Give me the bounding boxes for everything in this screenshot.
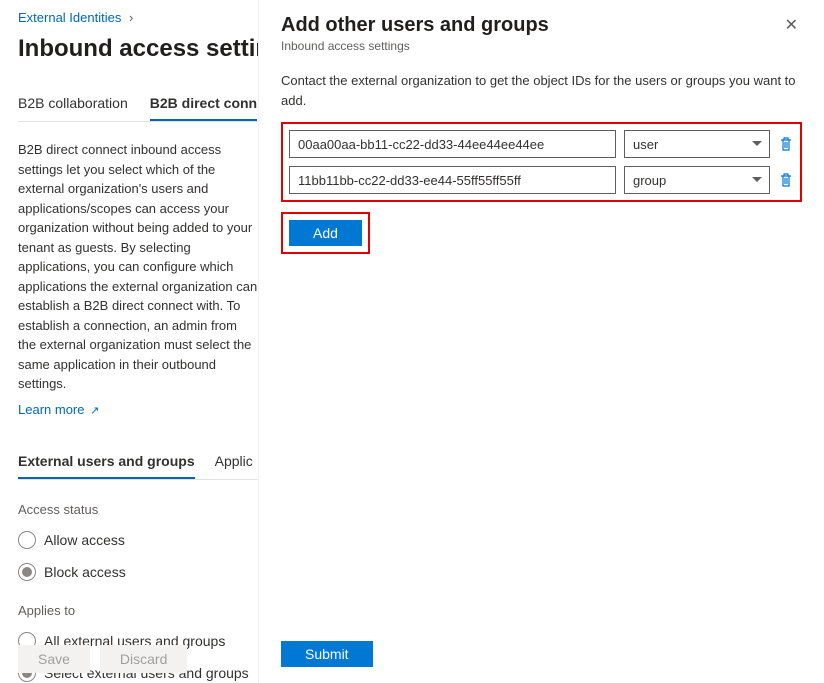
tab-applications[interactable]: Applic	[215, 447, 253, 479]
submit-button[interactable]: Submit	[281, 641, 373, 667]
applies-to-label: Applies to	[18, 603, 258, 618]
blade-description: Contact the external organization to get…	[281, 71, 802, 110]
sub-tabs: External users and groups Applic	[18, 447, 258, 480]
object-id-input[interactable]	[289, 166, 616, 194]
radio-allow-access[interactable]: Allow access	[18, 531, 258, 549]
delete-icon[interactable]	[778, 136, 794, 152]
entry-rows: user group	[281, 122, 802, 202]
tab-b2b-collaboration[interactable]: B2B collaboration	[18, 89, 128, 121]
access-status-group: Allow access Block access	[18, 531, 258, 581]
save-button[interactable]: Save	[18, 645, 90, 673]
entry-row: group	[289, 166, 794, 194]
type-select[interactable]: user	[624, 130, 770, 158]
delete-icon[interactable]	[778, 172, 794, 188]
discard-button[interactable]: Discard	[100, 645, 187, 673]
footer-bar: Save Discard	[18, 645, 187, 673]
tab-b2b-direct-connect[interactable]: B2B direct conn	[150, 89, 257, 121]
page-description: B2B direct connect inbound access settin…	[18, 140, 258, 394]
access-status-label: Access status	[18, 502, 258, 517]
type-select[interactable]: group	[624, 166, 770, 194]
blade-title: Add other users and groups	[281, 14, 549, 37]
add-button-wrap: Add	[281, 212, 370, 254]
breadcrumb[interactable]: External Identities ›	[18, 10, 258, 25]
chevron-right-icon: ›	[129, 10, 133, 25]
radio-icon	[18, 563, 36, 581]
entry-row: user	[289, 130, 794, 158]
radio-icon	[18, 531, 36, 549]
add-users-blade: Add other users and groups Inbound acces…	[258, 0, 824, 683]
breadcrumb-parent[interactable]: External Identities	[18, 10, 121, 25]
learn-more-link[interactable]: Learn more ↗	[18, 402, 99, 417]
blade-subtitle: Inbound access settings	[281, 39, 549, 53]
add-button[interactable]: Add	[289, 220, 362, 246]
tab-external-users-groups[interactable]: External users and groups	[18, 447, 195, 479]
radio-block-access[interactable]: Block access	[18, 563, 258, 581]
main-tabs: B2B collaboration B2B direct conn	[18, 89, 258, 122]
close-icon[interactable]: ✕	[781, 14, 802, 38]
object-id-input[interactable]	[289, 130, 616, 158]
external-link-icon: ↗	[90, 405, 99, 417]
page-title: Inbound access settings	[18, 35, 258, 63]
